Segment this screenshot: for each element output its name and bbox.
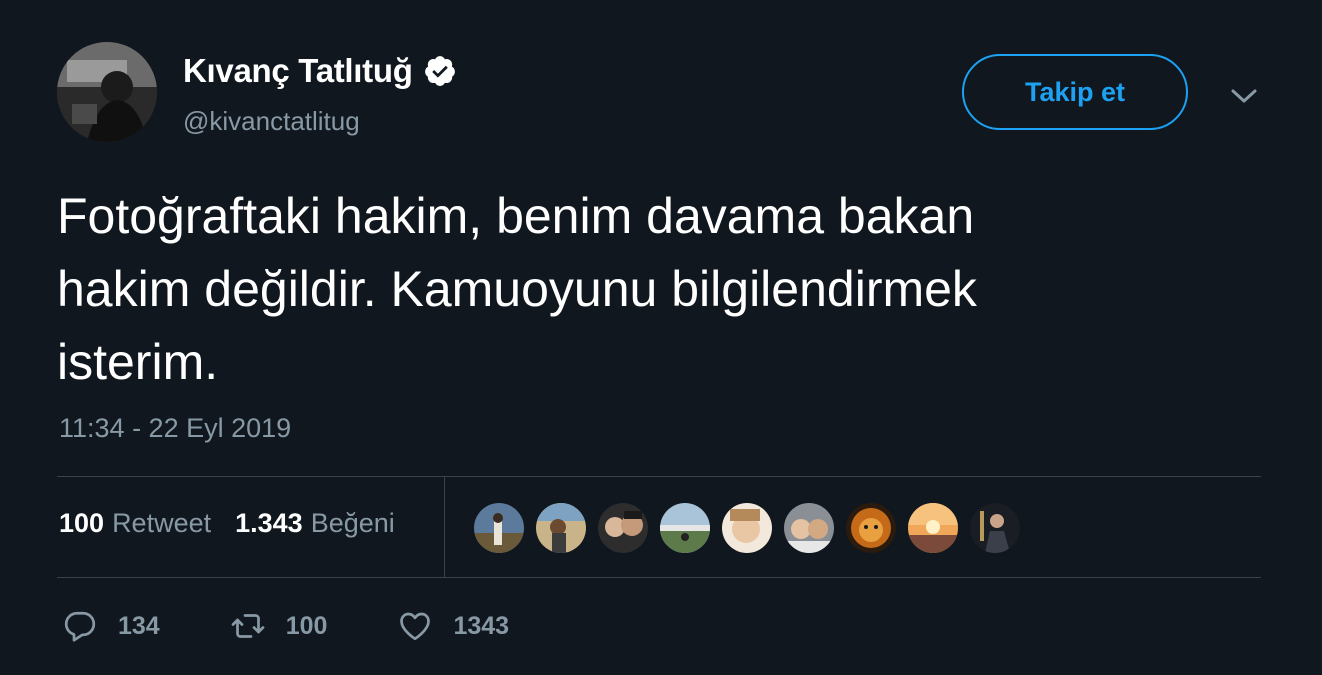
tweet-card: Kıvanç Tatlıtuğ @kivanctatlitug Takip et…	[0, 0, 1322, 675]
retweet-stat-count: 100	[59, 508, 105, 538]
like-button[interactable]: 1343	[397, 608, 509, 644]
retweet-button[interactable]: 100	[230, 608, 328, 644]
liker-avatar[interactable]	[534, 501, 588, 555]
divider	[57, 577, 1261, 578]
reply-icon	[62, 608, 98, 644]
liker-avatar[interactable]	[906, 501, 960, 555]
like-stat[interactable]: 1.343 Beğeni	[235, 508, 395, 539]
liker-avatar[interactable]	[472, 501, 526, 555]
liker-avatar[interactable]	[968, 501, 1022, 555]
follow-button[interactable]: Takip et	[962, 54, 1188, 130]
divider	[57, 476, 1261, 477]
reply-button[interactable]: 134	[62, 608, 160, 644]
follow-button-label: Takip et	[1024, 76, 1126, 107]
avatar[interactable]	[57, 42, 157, 142]
liker-avatar[interactable]	[658, 501, 712, 555]
retweet-stat-label: Retweet	[112, 508, 212, 538]
retweet-count: 100	[285, 611, 328, 640]
stats-divider	[444, 477, 445, 577]
like-stat-count: 1.343	[235, 508, 303, 538]
tweet-actions: 134 100 1343	[62, 608, 509, 644]
tweet-text: Fotoğraftaki hakim, benim davama bakan h…	[57, 180, 1247, 399]
tweet-text-line: Fotoğraftaki hakim, benim davama bakan	[57, 188, 975, 244]
verified-badge-icon	[423, 54, 457, 88]
like-count: 1343	[453, 611, 510, 640]
tweet-timestamp[interactable]: 11:34 - 22 Eyl 2019	[59, 413, 291, 444]
liker-avatar[interactable]	[844, 501, 898, 555]
tweet-text-line: isterim.	[57, 334, 219, 390]
display-name[interactable]: Kıvanç Tatlıtuğ	[183, 52, 457, 90]
heart-icon	[397, 608, 433, 644]
user-handle[interactable]: @kivanctatlitug	[183, 106, 360, 137]
liker-avatar[interactable]	[596, 501, 650, 555]
liker-avatar[interactable]	[720, 501, 774, 555]
tweet-stats: 100 Retweet 1.343 Beğeni	[59, 508, 395, 539]
reply-count: 134	[118, 611, 160, 640]
likers-avatars	[472, 501, 1022, 555]
chevron-down-icon[interactable]	[1226, 80, 1262, 112]
retweet-stat[interactable]: 100 Retweet	[59, 508, 211, 539]
retweet-icon	[230, 608, 266, 644]
tweet-text-line: hakim değildir. Kamuoyunu bilgilendirmek	[57, 261, 977, 317]
liker-avatar[interactable]	[782, 501, 836, 555]
like-stat-label: Beğeni	[310, 508, 395, 538]
display-name-text: Kıvanç Tatlıtuğ	[183, 52, 413, 89]
